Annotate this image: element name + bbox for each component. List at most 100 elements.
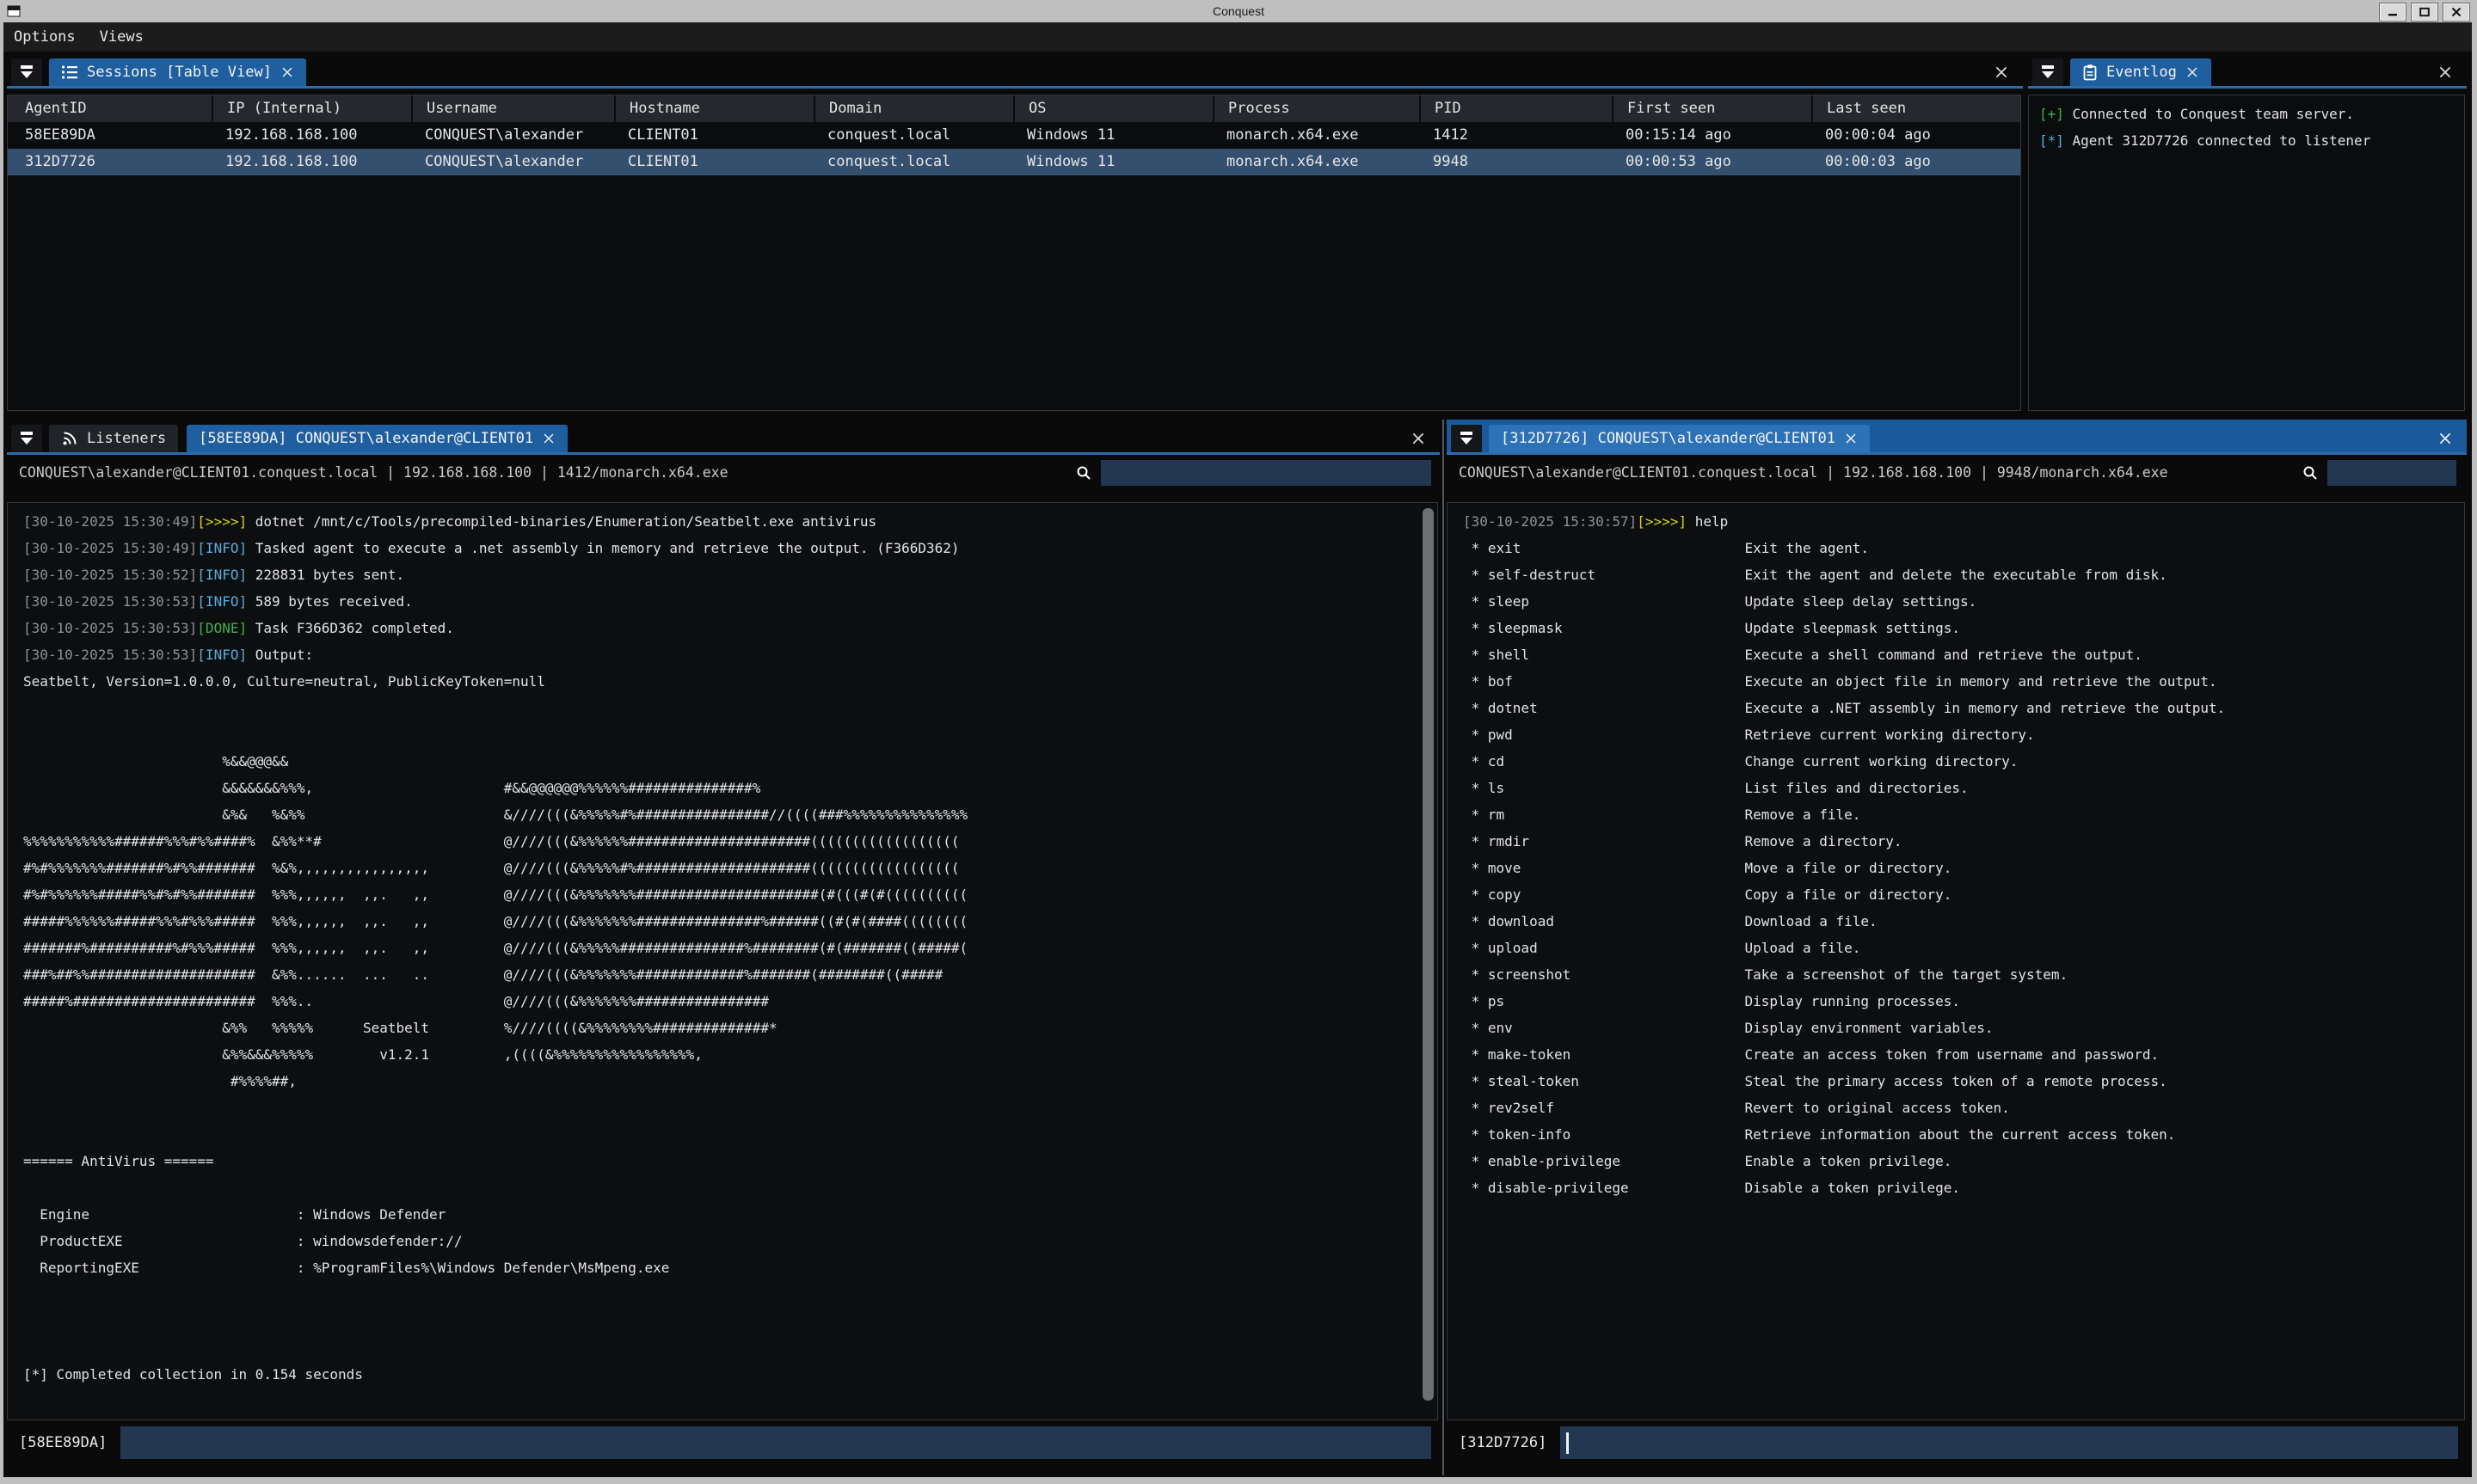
eventlog-tabbar: Eventlog: [2028, 53, 2467, 89]
table-cell: CLIENT01: [614, 149, 814, 175]
table-cell: 1412: [1419, 122, 1612, 149]
eventlog-panel: Eventlog [+] Connected to Conquest team …: [2028, 53, 2467, 418]
close-tab-icon[interactable]: [1844, 432, 1858, 445]
sessions-table: AgentIDIP (Internal)UsernameHostnameDoma…: [8, 95, 2020, 175]
tab-label: Eventlog: [2106, 64, 2177, 81]
sessions-panel: Sessions [Table View] AgentIDIP (Interna…: [7, 53, 2023, 418]
table-cell: 9948: [1419, 149, 1612, 175]
column-header[interactable]: Process: [1213, 95, 1419, 122]
table-header-row: AgentIDIP (Internal)UsernameHostnameDoma…: [8, 95, 2020, 122]
table-cell: Windows 11: [1013, 122, 1213, 149]
menu-views[interactable]: Views: [88, 28, 156, 46]
collapse-panel-button[interactable]: [11, 58, 42, 86]
agent-status-text: CONQUEST\alexander@CLIENT01.conquest.loc…: [19, 457, 728, 488]
window-controls: [2379, 3, 2470, 21]
table-cell: 192.168.168.100: [212, 149, 411, 175]
eventlog-output: [+] Connected to Conquest team server. […: [2029, 95, 2464, 154]
window-border-left: [0, 22, 3, 1484]
column-header[interactable]: Username: [411, 95, 614, 122]
close-panel-icon[interactable]: [1411, 431, 1426, 446]
collapse-icon: [18, 64, 35, 81]
sessions-table-body: AgentIDIP (Internal)UsernameHostnameDoma…: [7, 95, 2021, 411]
menu-options[interactable]: Options: [3, 28, 88, 46]
table-cell: 192.168.168.100: [212, 122, 411, 149]
close-panel-icon[interactable]: [2437, 431, 2453, 446]
search-input[interactable]: [2327, 460, 2456, 486]
column-header[interactable]: IP (Internal): [212, 95, 411, 122]
column-header[interactable]: PID: [1419, 95, 1612, 122]
column-header[interactable]: Last seen: [1811, 95, 2020, 122]
minimize-icon: [2388, 7, 2398, 17]
command-input[interactable]: [1560, 1426, 2458, 1459]
table-cell: CONQUEST\alexander: [411, 149, 614, 175]
text-cursor: [1566, 1432, 1569, 1454]
table-cell: 58EE89DA: [8, 122, 212, 149]
table-cell: monarch.x64.exe: [1213, 122, 1419, 149]
clipboard-icon: [2082, 64, 2098, 81]
scrollbar-thumb[interactable]: [1423, 508, 1434, 1401]
column-header[interactable]: First seen: [1612, 95, 1811, 122]
tab-label: [312D7726] CONQUEST\alexander@CLIENT01: [1501, 430, 1835, 447]
collapse-icon: [2039, 64, 2056, 81]
maximize-button[interactable]: [2411, 3, 2438, 21]
command-prompt: [58EE89DA]: [19, 1434, 107, 1451]
table-cell: 312D7726: [8, 149, 212, 175]
table-row[interactable]: 58EE89DA192.168.168.100CONQUEST\alexande…: [8, 122, 2020, 149]
tab-eventlog[interactable]: Eventlog: [2070, 58, 2211, 86]
collapse-panel-button[interactable]: [11, 425, 42, 452]
window-title: Conquest: [0, 0, 2477, 22]
tab-sessions[interactable]: Sessions [Table View]: [49, 58, 306, 86]
tab-label: [58EE89DA] CONQUEST\alexander@CLIENT01: [199, 430, 533, 447]
table-cell: Windows 11: [1013, 149, 1213, 175]
window-border-right: [2472, 22, 2477, 1484]
command-input-row: [312D7726]: [1447, 1426, 2467, 1460]
table-cell: CONQUEST\alexander: [411, 122, 614, 149]
collapse-panel-button[interactable]: [1451, 425, 1482, 452]
search-input[interactable]: [1101, 460, 1431, 486]
command-input[interactable]: [120, 1426, 1431, 1459]
panel-splitter[interactable]: [1442, 420, 1444, 1475]
tab-agent-312D7726[interactable]: [312D7726] CONQUEST\alexander@CLIENT01: [1489, 425, 1870, 452]
menu-bar: Options Views: [3, 22, 2472, 52]
agent-status-bar: CONQUEST\alexander@CLIENT01.conquest.loc…: [7, 457, 1440, 488]
console-tabbar: [312D7726] CONQUEST\alexander@CLIENT01: [1447, 420, 2467, 455]
close-button[interactable]: [2443, 3, 2470, 21]
console-output-box: [30-10-2025 15:30:57][>>>>] help * exit …: [1447, 502, 2465, 1420]
close-tab-icon[interactable]: [2185, 65, 2199, 79]
column-header[interactable]: OS: [1013, 95, 1213, 122]
command-prompt: [312D7726]: [1459, 1434, 1546, 1451]
close-tab-icon[interactable]: [280, 65, 294, 79]
close-icon: [2451, 7, 2462, 17]
agent-console-58EE89DA: Listeners [58EE89DA] CONQUEST\alexander@…: [7, 420, 1440, 1475]
table-cell: 00:00:03 ago: [1811, 149, 2020, 175]
tab-label: Sessions [Table View]: [87, 64, 272, 81]
window-border-bottom: [0, 1477, 2477, 1484]
tab-agent-58EE89DA[interactable]: [58EE89DA] CONQUEST\alexander@CLIENT01: [187, 425, 568, 452]
collapse-panel-button[interactable]: [2032, 58, 2063, 86]
agent-status-bar: CONQUEST\alexander@CLIENT01.conquest.loc…: [1447, 457, 2467, 488]
table-cell: conquest.local: [814, 122, 1013, 149]
agent-console-312D7726: [312D7726] CONQUEST\alexander@CLIENT01 C…: [1447, 420, 2467, 1475]
console-tabbar: Listeners [58EE89DA] CONQUEST\alexander@…: [7, 420, 1440, 455]
close-panel-icon[interactable]: [2437, 64, 2453, 80]
close-tab-icon[interactable]: [542, 432, 556, 445]
table-cell: conquest.local: [814, 149, 1013, 175]
column-header[interactable]: Hostname: [614, 95, 814, 122]
sessions-tabbar: Sessions [Table View]: [7, 53, 2023, 89]
titlebar: Conquest: [0, 0, 2477, 22]
collapse-icon: [1458, 430, 1475, 447]
close-panel-icon[interactable]: [1994, 64, 2009, 80]
search-icon: [2302, 464, 2319, 481]
table-row[interactable]: 312D7726192.168.168.100CONQUEST\alexande…: [8, 149, 2020, 175]
console-output: [30-10-2025 15:30:49][>>>>] dotnet /mnt/…: [8, 503, 1437, 1388]
table-cell: monarch.x64.exe: [1213, 149, 1419, 175]
maximize-icon: [2419, 7, 2430, 17]
minimize-button[interactable]: [2379, 3, 2406, 21]
command-input-row: [58EE89DA]: [7, 1426, 1440, 1460]
collapse-icon: [18, 430, 35, 447]
broadcast-icon: [61, 430, 78, 447]
column-header[interactable]: Domain: [814, 95, 1013, 122]
column-header[interactable]: AgentID: [8, 95, 212, 122]
eventlog-body: [+] Connected to Conquest team server. […: [2028, 95, 2465, 411]
tab-listeners[interactable]: Listeners: [49, 425, 178, 452]
